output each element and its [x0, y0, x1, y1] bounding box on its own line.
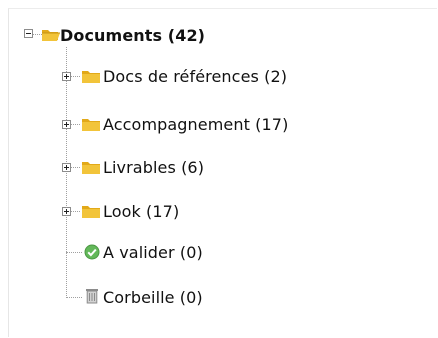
children-connector-trunk	[66, 47, 68, 298]
tree-root-documents[interactable]: Documents (42)	[60, 24, 205, 46]
tree-item-livrables[interactable]: Livrables (6)	[103, 156, 204, 178]
root-collapse-toggle[interactable]	[24, 29, 33, 38]
tree-root-label: Documents (42)	[60, 25, 206, 45]
tree-item-look[interactable]: Look (17)	[103, 200, 179, 222]
tree-item-docs-references[interactable]: Docs de références (2)	[103, 65, 287, 87]
tree-item-label: A valider (0)	[103, 242, 203, 262]
tree-item-label: Corbeille (0)	[103, 287, 203, 307]
expand-toggle-look[interactable]	[62, 207, 71, 216]
document-tree: Documents (42) Docs de références (2) Ac…	[0, 0, 438, 338]
tree-item-label: Livrables (6)	[103, 157, 205, 177]
expand-toggle-livrables[interactable]	[62, 163, 71, 172]
tree-item-accompagnement[interactable]: Accompagnement (17)	[103, 113, 288, 135]
child-connector	[66, 297, 82, 299]
check-circle-icon	[84, 244, 100, 260]
folder-icon	[82, 162, 100, 174]
tree-item-label: Look (17)	[103, 201, 180, 221]
folder-icon	[82, 206, 100, 218]
child-connector	[66, 252, 82, 254]
tree-item-a-valider[interactable]: A valider (0)	[103, 241, 203, 263]
folder-icon	[82, 71, 100, 83]
trash-icon	[86, 289, 98, 304]
expand-toggle-accompagnement[interactable]	[62, 120, 71, 129]
folder-open-icon	[42, 30, 60, 41]
folder-icon	[82, 119, 100, 131]
tree-item-label: Accompagnement (17)	[103, 114, 289, 134]
tree-item-corbeille[interactable]: Corbeille (0)	[103, 286, 203, 308]
expand-toggle-docs-references[interactable]	[62, 72, 71, 81]
tree-item-label: Docs de références (2)	[103, 66, 288, 86]
